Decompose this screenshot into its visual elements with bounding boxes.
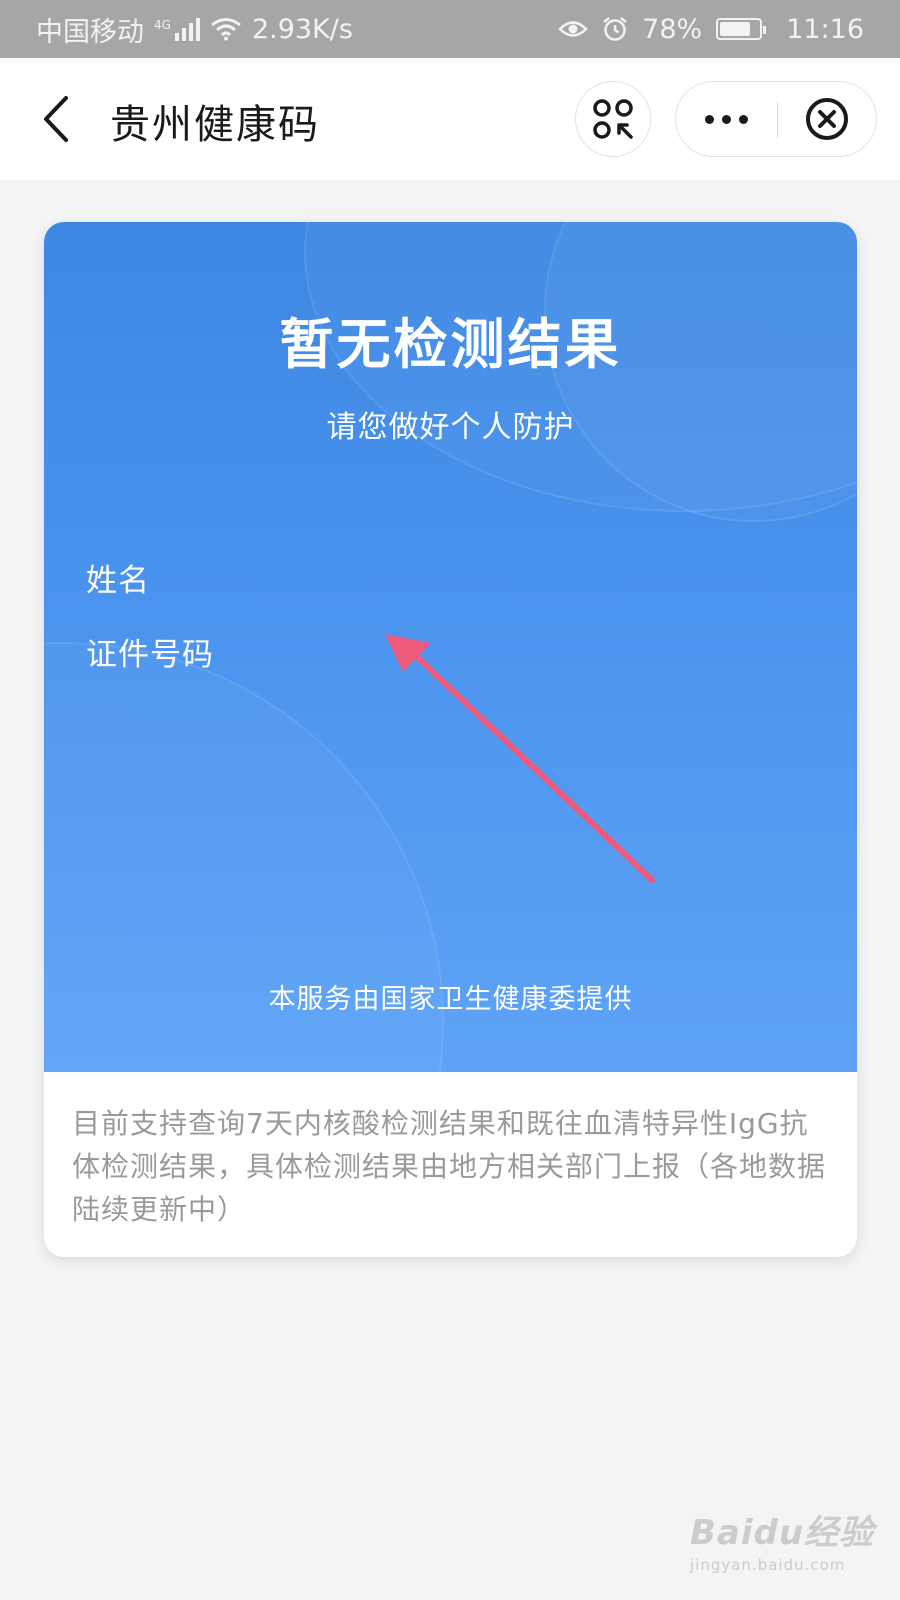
status-left: 中国移动 4G 2.93K/s — [36, 10, 353, 49]
alarm-icon — [603, 17, 627, 41]
wifi-icon — [211, 18, 241, 41]
carrier-label: 中国移动 — [36, 16, 144, 48]
provider-note: 本服务由国家卫生健康委提供 — [268, 984, 633, 1015]
more-button[interactable] — [676, 82, 776, 156]
battery-fill — [720, 22, 750, 36]
back-button[interactable] — [36, 94, 76, 144]
back-icon — [44, 96, 68, 142]
eye-icon — [558, 21, 588, 37]
close-button[interactable] — [778, 82, 876, 156]
result-card-header: 暂无检测结果 请您做好个人防护 姓名 证件号码 本服务由国家卫生健康委提供 — [44, 222, 857, 1072]
nav-bar: 贵州健康码 — [0, 58, 900, 180]
result-card: 暂无检测结果 请您做好个人防护 姓名 证件号码 本服务由国家卫生健康委提供 目前… — [44, 222, 857, 1257]
close-icon — [806, 98, 848, 140]
scan-icon — [593, 99, 633, 139]
watermark-brand: Baidu经验 — [690, 1513, 875, 1553]
battery-percent: 78% — [642, 13, 703, 45]
annotation-arrow-icon — [385, 634, 655, 883]
more-icon — [704, 114, 748, 124]
status-right: 78% 11:16 — [558, 14, 864, 45]
signal-icon — [174, 17, 200, 41]
network-speed: 2.93K/s — [251, 13, 353, 45]
battery-icon — [716, 18, 767, 40]
scan-button[interactable] — [575, 81, 651, 157]
status-bar: 中国移动 4G 2.93K/s 78% 11:16 — [0, 0, 900, 58]
mini-program-capsule — [675, 81, 877, 157]
page-title: 贵州健康码 — [110, 102, 320, 148]
clock: 11:16 — [786, 13, 864, 45]
network-type: 4G — [154, 17, 171, 32]
watermark-url: jingyan.baidu.com — [690, 1556, 846, 1574]
notice-text: 目前支持查询7天内核酸检测结果和既往血清特异性IgG抗体检测结果，具体检测结果由… — [72, 1107, 827, 1226]
watermark: Baidu经验 jingyan.baidu.com — [690, 1505, 874, 1574]
